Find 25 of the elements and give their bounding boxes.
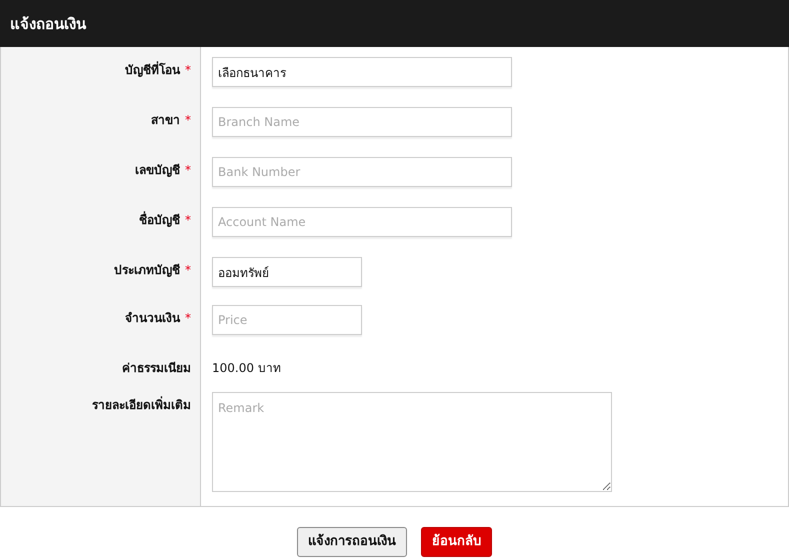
- required-mark: *: [185, 112, 191, 129]
- required-mark: *: [185, 62, 191, 79]
- fee-value: 100.00 บาท: [212, 360, 281, 377]
- input-field[interactable]: Bank Number: [212, 157, 512, 187]
- select-field[interactable]: เลือกธนาคาร: [212, 57, 512, 87]
- required-mark: *: [185, 162, 191, 179]
- input-field[interactable]: Price: [212, 305, 362, 335]
- field-label: ค่าธรรมเนียม: [122, 360, 191, 377]
- field-label: บัญชีที่โอน: [125, 61, 180, 79]
- select-field[interactable]: ออมทรัพย์: [212, 257, 362, 287]
- remark-field[interactable]: Remark: [212, 392, 612, 492]
- field-label: ประเภทบัญชี: [114, 262, 180, 279]
- field-label: ชื่อบัญชี: [139, 211, 180, 229]
- field-label: จำนวนเงิน: [125, 310, 180, 327]
- required-mark: *: [185, 310, 191, 327]
- field-label: เลขบัญชี: [135, 162, 180, 179]
- input-field[interactable]: Branch Name: [212, 107, 512, 137]
- required-mark: *: [185, 262, 191, 279]
- submit-button[interactable]: แจ้งการถอนเงิน: [297, 527, 407, 557]
- back-button[interactable]: ย้อนกลับ: [421, 527, 492, 557]
- page-title: แจ้งถอนเงิน: [10, 14, 86, 34]
- required-mark: *: [185, 212, 191, 229]
- input-field[interactable]: Account Name: [212, 207, 512, 237]
- field-label: รายละเอียดเพิ่มเติม: [92, 396, 191, 414]
- field-label: สาขา: [151, 112, 180, 129]
